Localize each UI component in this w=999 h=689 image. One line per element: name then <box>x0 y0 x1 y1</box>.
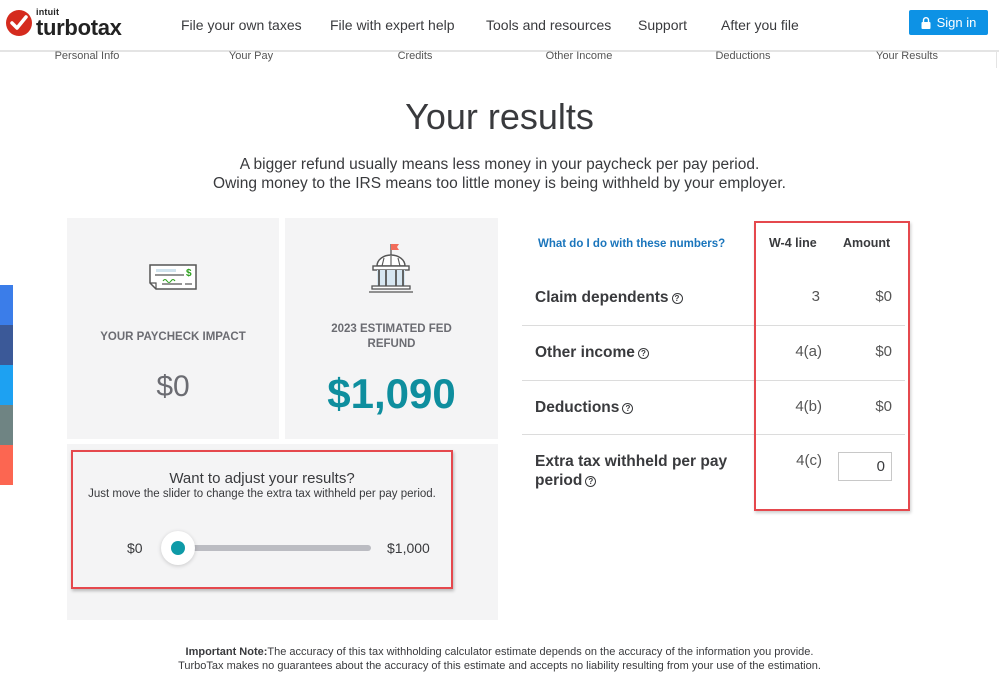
help-circle-icon[interactable]: ? <box>585 476 597 487</box>
estimated-refund-label-line-1: 2023 ESTIMATED FED <box>331 323 452 335</box>
help-circle-icon[interactable]: ? <box>671 293 683 304</box>
share-twitter-button[interactable] <box>0 285 13 325</box>
step-personal-info[interactable]: Personal Info <box>55 50 120 62</box>
share-email-button[interactable] <box>0 445 13 485</box>
estimated-refund-label-line-2: REFUND <box>367 338 416 350</box>
row-label-text: Other income <box>535 344 635 361</box>
logo-product: turbotax <box>36 15 122 40</box>
site-header: intuit turbotax File your own taxes File… <box>0 0 999 50</box>
important-note-line-1: The accuracy of this tax withholding cal… <box>267 646 814 658</box>
estimated-refund-card: 2023 ESTIMATED FED REFUND $1,090 <box>285 218 498 439</box>
share-twitter-alt-button[interactable] <box>0 365 13 405</box>
progress-edge <box>996 52 997 68</box>
nav-tools-and-resources[interactable]: Tools and resources <box>486 17 611 33</box>
nav-file-with-expert-help[interactable]: File with expert help <box>330 17 455 33</box>
nav-file-your-own-taxes[interactable]: File your own taxes <box>181 17 302 33</box>
step-other-income[interactable]: Other Income <box>546 50 613 62</box>
page-title: Your results <box>405 96 594 137</box>
important-note-line-2: TurboTax makes no guarantees about the a… <box>178 660 821 672</box>
sign-in-label: Sign in <box>936 15 977 30</box>
step-credits[interactable]: Credits <box>398 50 433 62</box>
progress-divider <box>0 50 999 52</box>
step-deductions[interactable]: Deductions <box>715 50 770 62</box>
row-label-deductions: Deductions? <box>535 398 634 417</box>
page-subtitle: A bigger refund usually means less money… <box>0 155 999 193</box>
svg-text:$: $ <box>186 268 192 279</box>
estimated-refund-label: 2023 ESTIMATED FED REFUND <box>285 322 498 352</box>
checkmark-icon <box>6 10 32 36</box>
highlight-box-w4-table <box>754 221 910 511</box>
turbotax-logo[interactable]: intuit turbotax <box>6 6 126 44</box>
subtitle-line-1: A bigger refund usually means less money… <box>239 156 760 173</box>
paycheck-icon: $ <box>149 264 197 290</box>
share-facebook-button[interactable] <box>0 325 13 365</box>
what-do-i-do-link[interactable]: What do I do with these numbers? <box>538 238 725 250</box>
highlight-box-slider <box>71 450 453 589</box>
paycheck-impact-card: $ YOUR PAYCHECK IMPACT $0 <box>67 218 279 439</box>
row-label-claim-dependents: Claim dependents? <box>535 288 683 307</box>
paycheck-impact-label: YOUR PAYCHECK IMPACT <box>100 331 246 343</box>
lock-icon <box>921 16 931 29</box>
estimated-refund-value: $1,090 <box>327 370 456 417</box>
sign-in-button[interactable]: Sign in <box>909 10 988 35</box>
help-circle-icon[interactable]: ? <box>637 348 649 359</box>
government-building-icon <box>369 244 413 293</box>
row-label-extra-tax-withheld: Extra tax withheld per pay period? <box>535 452 727 490</box>
important-note: Important Note:The accuracy of this tax … <box>0 645 999 673</box>
nav-support[interactable]: Support <box>638 17 687 33</box>
paycheck-impact-value: $0 <box>156 370 190 403</box>
important-note-label: Important Note: <box>185 646 268 658</box>
step-your-results[interactable]: Your Results <box>876 50 938 62</box>
row-label-text: Claim dependents <box>535 289 669 306</box>
row-label-text-line-2: period <box>535 472 583 489</box>
row-label-text-line-1: Extra tax withheld per pay <box>535 453 728 470</box>
share-linkedin-button[interactable] <box>0 405 13 445</box>
help-circle-icon[interactable]: ? <box>622 403 634 414</box>
nav-after-you-file[interactable]: After you file <box>721 17 799 33</box>
subtitle-line-2: Owing money to the IRS means too little … <box>213 175 786 192</box>
step-your-pay[interactable]: Your Pay <box>229 50 273 62</box>
row-label-other-income: Other income? <box>535 343 649 362</box>
row-label-text: Deductions <box>535 399 620 416</box>
